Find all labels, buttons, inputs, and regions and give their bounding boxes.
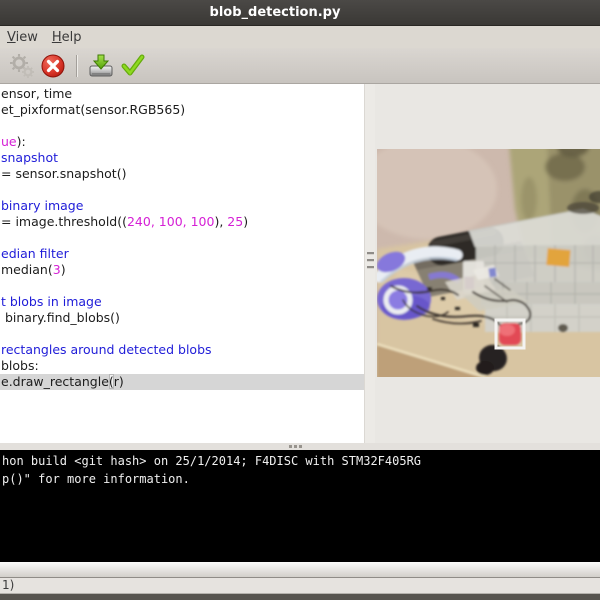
code-line[interactable]: edian filter: [0, 246, 364, 262]
code-line[interactable]: ensor, time: [0, 86, 364, 102]
toolbar: [0, 48, 600, 84]
horizontal-splitter[interactable]: [0, 443, 600, 450]
run-check-icon: [121, 54, 145, 75]
window-bottom-edge: [0, 594, 600, 600]
frame-buffer-pane: [375, 84, 600, 443]
splitter-grip: [367, 252, 374, 255]
code-line[interactable]: t blobs in image: [0, 294, 364, 310]
code-line[interactable]: binary.find_blobs(): [0, 310, 364, 326]
code-line[interactable]: [0, 230, 364, 246]
code-line[interactable]: binary image: [0, 198, 364, 214]
splitter-grip: [294, 445, 297, 448]
terminal-line: hon build <git hash> on 25/1/2014; F4DIS…: [2, 454, 422, 468]
code-line[interactable]: blobs:: [0, 358, 364, 374]
splitter-grip: [289, 445, 292, 448]
code-line[interactable]: snapshot: [0, 150, 364, 166]
stop-icon: [41, 54, 65, 77]
code-line[interactable]: [0, 182, 364, 198]
serial-terminal[interactable]: hon build <git hash> on 25/1/2014; F4DIS…: [0, 450, 600, 562]
settings-button[interactable]: [5, 51, 37, 81]
terminal-line: p()" for more information.: [2, 472, 190, 486]
bottom-panel-strip: [0, 562, 600, 577]
code-line[interactable]: rectangles around detected blobs: [0, 342, 364, 358]
code-line[interactable]: [0, 118, 364, 134]
code-line-current[interactable]: e.draw_rectangle(r): [0, 374, 364, 390]
run-check-button[interactable]: [117, 51, 149, 81]
code-line[interactable]: = sensor.snapshot(): [0, 166, 364, 182]
save-to-drive-icon: [89, 54, 113, 76]
code-line[interactable]: ue):: [0, 134, 364, 150]
code-line[interactable]: = image.threshold((240, 100, 100), 25): [0, 214, 364, 230]
title-bar[interactable]: blob_detection.py: [0, 0, 600, 26]
window-title: blob_detection.py: [209, 5, 341, 20]
splitter-grip: [299, 445, 302, 448]
splitter-grip: [367, 259, 374, 262]
save-to-drive-button[interactable]: [85, 51, 117, 81]
splitter-grip: [367, 266, 374, 269]
code-line[interactable]: median(3): [0, 262, 364, 278]
toolbar-separator: [76, 54, 78, 77]
menu-item-help[interactable]: Help: [48, 30, 86, 45]
menu-item-view[interactable]: View: [3, 30, 42, 45]
code-area[interactable]: ensor, time et_pixformat(sensor.RGB565)ue…: [0, 86, 364, 390]
status-bar: 1): [0, 577, 600, 594]
code-line[interactable]: et_pixformat(sensor.RGB565): [0, 102, 364, 118]
camera-preview-image: [377, 149, 600, 377]
gears-icon: [10, 53, 34, 78]
vertical-splitter[interactable]: [364, 84, 375, 443]
code-line[interactable]: [0, 326, 364, 342]
stop-button[interactable]: [37, 51, 69, 81]
code-editor[interactable]: ensor, time et_pixformat(sensor.RGB565)ue…: [0, 84, 364, 443]
code-line[interactable]: [0, 278, 364, 294]
menu-bar: View Help: [0, 26, 600, 48]
status-text: 1): [2, 578, 15, 592]
